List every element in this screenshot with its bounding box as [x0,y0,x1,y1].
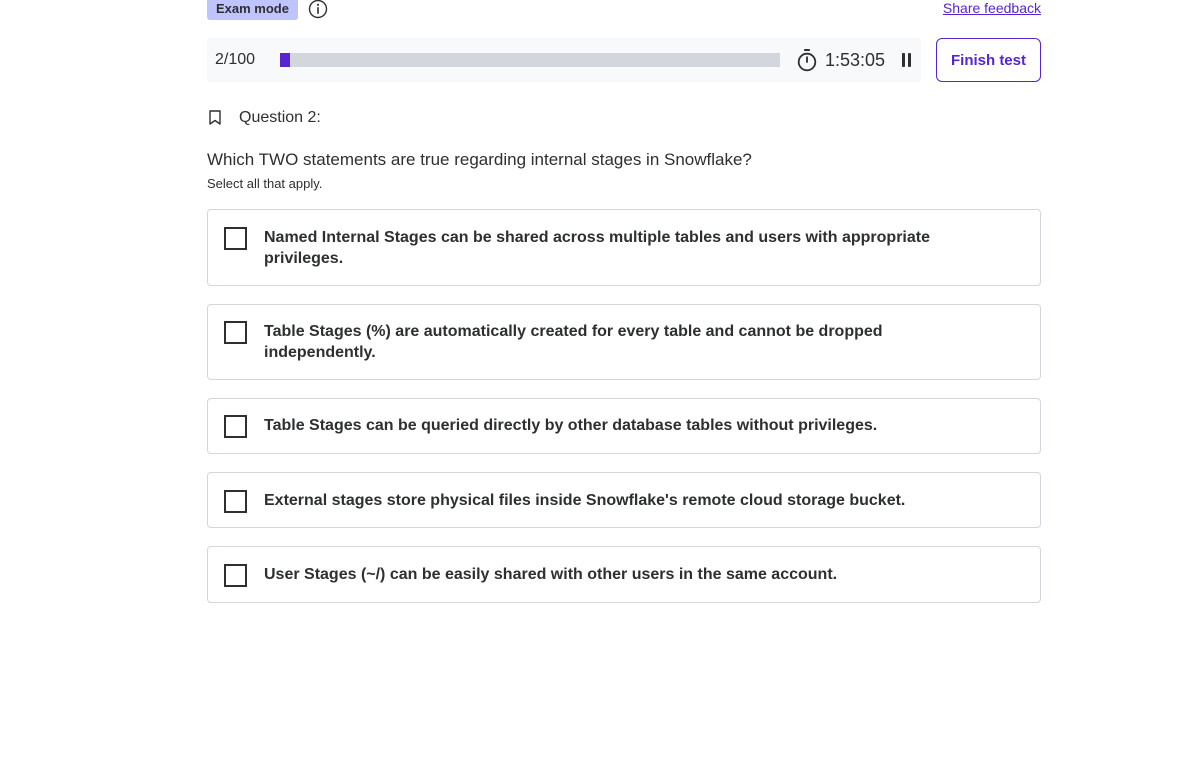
progress-panel: 2/100 1:53:05 [207,38,921,82]
answer-option-2[interactable]: Table Stages (%) are automatically creat… [207,304,1041,380]
option-label: Table Stages can be queried directly by … [264,417,878,434]
bookmark-icon[interactable] [209,110,221,125]
option-label: External stages store physical files ins… [264,492,906,509]
option-checkbox[interactable] [224,227,247,250]
option-checkbox[interactable] [224,490,247,513]
answer-option-4[interactable]: External stages store physical files ins… [207,472,1041,528]
question-text: Which TWO statements are true regarding … [207,150,752,169]
answer-option-3[interactable]: Table Stages can be queried directly by … [207,398,1041,454]
option-label: Table Stages (%) are automatically creat… [264,323,883,361]
question-hint: Select all that apply. [207,176,323,191]
progress-bar-fill [280,53,290,67]
question-title: Question 2: [239,109,321,126]
option-checkbox[interactable] [224,564,247,587]
exam-page: Exam mode Share feedback 2/100 1:53:05 F… [0,0,1200,758]
share-feedback-link[interactable]: Share feedback [943,0,1041,16]
timer-text: 1:53:05 [825,50,886,70]
option-checkbox[interactable] [224,321,247,344]
info-icon[interactable] [308,0,328,19]
progress-count: 2/100 [215,51,256,68]
option-checkbox[interactable] [224,415,247,438]
option-label: User Stages (~/) can be easily shared wi… [264,566,838,583]
finish-test-button[interactable]: Finish test [936,38,1041,82]
stopwatch-icon [797,49,817,72]
exam-mode-badge: Exam mode [207,0,298,20]
option-label: Named Internal Stages can be shared acro… [264,229,930,267]
answer-option-5[interactable]: User Stages (~/) can be easily shared wi… [207,546,1041,603]
pause-icon[interactable] [900,53,912,67]
answer-option-1[interactable]: Named Internal Stages can be shared acro… [207,209,1041,286]
progress-bar [280,53,780,67]
